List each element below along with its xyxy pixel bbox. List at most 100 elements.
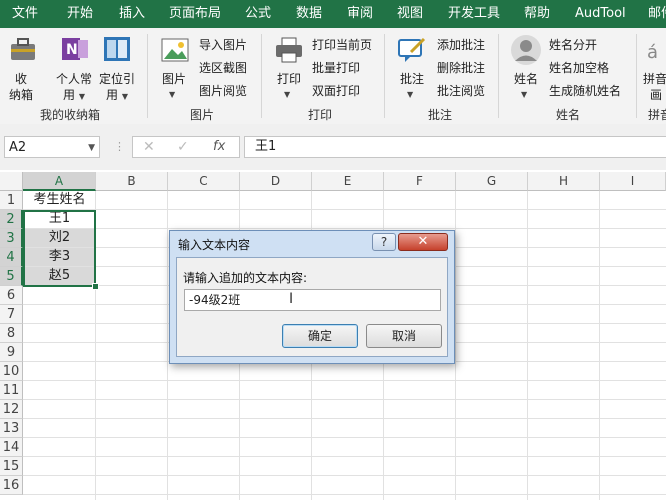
svg-text:á: á [647, 42, 658, 62]
duplex-print-label: 双面打印 [312, 84, 361, 98]
name-add-space-button[interactable]: 姓名加空格 [549, 59, 609, 77]
delete-comment-button[interactable]: 删除批注 [437, 59, 485, 77]
row-header-2[interactable]: 2 [0, 210, 23, 229]
formula-controls: ✕ ✓ fx [132, 136, 240, 158]
column-header-g[interactable]: G [456, 172, 528, 191]
append-text-input[interactable]: -94级2班 [184, 289, 441, 311]
random-name-button[interactable]: 生成随机姓名 [549, 82, 621, 100]
comment-caret[interactable]: ▼ [407, 86, 413, 100]
split-name-button[interactable]: 姓名分开 [549, 36, 597, 54]
row-header-10[interactable]: 10 [0, 362, 23, 381]
row-header-13[interactable]: 13 [0, 419, 23, 438]
tab-formulas[interactable]: 公式 [245, 0, 271, 28]
caret-icon: ▼ [169, 90, 176, 99]
help-button[interactable]: ? [372, 233, 396, 251]
tab-help[interactable]: 帮助 [524, 0, 550, 28]
insert-function-icon[interactable]: fx [213, 137, 225, 157]
picture-browse-button[interactable]: 图片阅览 [199, 82, 247, 100]
print-caret[interactable]: ▼ [284, 86, 290, 100]
column-header-b[interactable]: B [96, 172, 168, 191]
select-all-corner[interactable] [0, 172, 23, 191]
cell-a2[interactable]: 王1 [24, 210, 95, 228]
text-cursor-icon: I [289, 291, 294, 307]
grid-line [455, 191, 456, 500]
row-header-9[interactable]: 9 [0, 343, 23, 362]
cancel-button[interactable]: 取消 [366, 324, 442, 348]
column-header-e[interactable]: E [312, 172, 384, 191]
cell-a1[interactable]: 考生姓名 [24, 191, 95, 209]
picture-caret[interactable]: ▼ [169, 86, 175, 100]
browse-comment-button[interactable]: 批注阅览 [437, 82, 485, 100]
tab-view[interactable]: 视图 [397, 0, 423, 28]
tab-file[interactable]: 文件 [12, 0, 38, 28]
comment-button[interactable]: 批注 [400, 70, 424, 87]
tab-mail[interactable]: 邮件 [648, 0, 666, 28]
tab-audtool[interactable]: AudTool [575, 0, 626, 28]
cell-a4[interactable]: 李3 [24, 248, 95, 266]
column-header-h[interactable]: H [528, 172, 600, 191]
row-header-16[interactable]: 16 [0, 476, 23, 495]
caret-icon: ▼ [121, 92, 128, 101]
name-button[interactable]: 姓名 [514, 70, 538, 87]
cell-a5[interactable]: 赵5 [24, 267, 95, 285]
batch-print-button[interactable]: 批量打印 [312, 59, 360, 77]
duplex-print-button[interactable]: 双面打印 [312, 82, 360, 100]
fill-handle[interactable] [92, 283, 99, 290]
dialog-title: 输入文本内容 [178, 238, 251, 252]
pinyin-sub[interactable]: 画 [650, 86, 662, 103]
favorites-box-button-2[interactable]: 纳箱 [9, 86, 33, 103]
picture-button-label: 图片 [162, 72, 187, 86]
row-header-1[interactable]: 1 [0, 191, 23, 210]
import-picture-button[interactable]: 导入图片 [199, 36, 247, 54]
column-header-i[interactable]: I [600, 172, 666, 191]
tab-page-layout[interactable]: 页面布局 [169, 0, 221, 28]
grid-line [23, 209, 666, 210]
column-header-a[interactable]: A [23, 172, 96, 191]
tab-data[interactable]: 数据 [296, 0, 322, 28]
add-comment-button[interactable]: 添加批注 [437, 36, 485, 54]
grid-line [23, 494, 666, 495]
tab-developer[interactable]: 开发工具 [448, 0, 500, 28]
row-header-8[interactable]: 8 [0, 324, 23, 343]
formula-input[interactable]: 王1 [244, 136, 666, 158]
personal-common-button[interactable]: 个人常 [56, 70, 92, 87]
personal-common-sub[interactable]: 用 ▼ [63, 86, 85, 103]
locate-ref-sub[interactable]: 用 ▼ [106, 86, 128, 103]
print-current-page-button[interactable]: 打印当前页 [312, 36, 372, 54]
tab-home[interactable]: 开始 [67, 0, 93, 28]
tab-insert[interactable]: 插入 [119, 0, 145, 28]
column-header-c[interactable]: C [168, 172, 240, 191]
chevron-down-icon[interactable]: ▼ [88, 137, 95, 159]
favorites-box-button[interactable]: 收 [15, 70, 27, 87]
row-header-12[interactable]: 12 [0, 400, 23, 419]
locate-ref-icon [102, 34, 132, 67]
row-header-7[interactable]: 7 [0, 305, 23, 324]
locate-ref-button[interactable]: 定位引 [99, 70, 135, 87]
row-header-15[interactable]: 15 [0, 457, 23, 476]
tab-review[interactable]: 审阅 [347, 0, 373, 28]
row-header-11[interactable]: 11 [0, 381, 23, 400]
grid-line [23, 456, 666, 457]
name-button-label: 姓名 [514, 72, 539, 86]
name-caret[interactable]: ▼ [521, 86, 527, 100]
enter-check-icon[interactable]: ✓ [177, 137, 189, 157]
row-header-6[interactable]: 6 [0, 286, 23, 305]
column-header-f[interactable]: F [384, 172, 456, 191]
column-header-d[interactable]: D [240, 172, 312, 191]
row-header-5[interactable]: 5 [0, 267, 23, 286]
cell-a3[interactable]: 刘2 [24, 229, 95, 247]
close-button[interactable]: ✕ [398, 233, 448, 251]
name-box[interactable]: A2 ▼ [4, 136, 100, 158]
more-options-icon[interactable]: ⋮ [114, 140, 125, 153]
row-header-3[interactable]: 3 [0, 229, 23, 248]
region-screenshot-button[interactable]: 选区截图 [199, 59, 247, 77]
row-header-4[interactable]: 4 [0, 248, 23, 267]
ok-button[interactable]: 确定 [282, 324, 358, 348]
cancel-icon[interactable]: ✕ [143, 137, 155, 157]
print-button[interactable]: 打印 [277, 70, 301, 87]
pinyin-button[interactable]: 拼音 [643, 70, 666, 87]
browse-comment-label: 批注阅览 [437, 84, 486, 98]
row-header-14[interactable]: 14 [0, 438, 23, 457]
print-current-page-label: 打印当前页 [312, 38, 373, 52]
picture-button[interactable]: 图片 [162, 70, 186, 87]
